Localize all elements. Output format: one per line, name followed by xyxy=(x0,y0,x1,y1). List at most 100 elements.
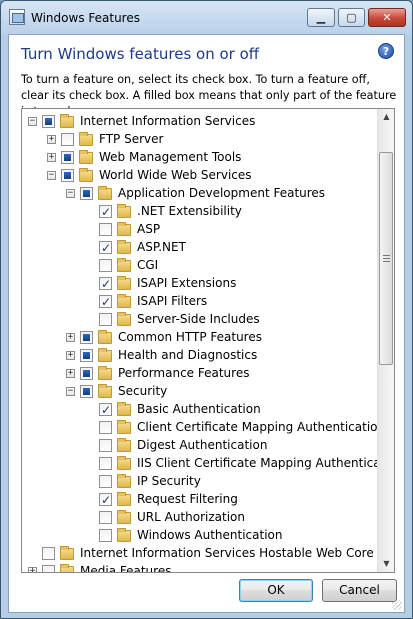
feature-checkbox[interactable] xyxy=(99,223,112,236)
tree-row[interactable]: + Media Features xyxy=(22,562,377,572)
feature-checkbox[interactable] xyxy=(61,151,74,164)
feature-checkbox[interactable] xyxy=(80,349,93,362)
tree-row[interactable]: − World Wide Web Services xyxy=(22,166,377,184)
feature-checkbox[interactable] xyxy=(42,547,55,560)
close-button[interactable]: ✕ xyxy=(368,8,406,27)
tree-row[interactable]: ASP xyxy=(22,220,377,238)
windows-features-dialog: Windows Features ▁ ▢ ✕ Turn Windows feat… xyxy=(0,0,413,619)
tree-row[interactable]: ISAPI Extensions xyxy=(22,274,377,293)
collapse-icon[interactable]: − xyxy=(66,189,75,198)
tree-row[interactable]: − Security xyxy=(22,382,377,400)
feature-label: IP Security xyxy=(137,474,201,488)
feature-checkbox[interactable] xyxy=(99,439,112,452)
folder-icon xyxy=(117,528,131,542)
folder-icon xyxy=(117,312,131,326)
folder-icon xyxy=(60,564,74,572)
title-bar[interactable]: Windows Features ▁ ▢ ✕ xyxy=(1,1,412,35)
feature-checkbox[interactable] xyxy=(99,275,112,293)
scroll-up-arrow[interactable]: ▲ xyxy=(379,109,394,125)
feature-label: World Wide Web Services xyxy=(99,168,252,182)
cancel-button[interactable]: Cancel xyxy=(322,579,397,602)
collapse-icon[interactable]: − xyxy=(47,171,56,180)
feature-checkbox[interactable] xyxy=(99,401,112,419)
feature-label: Basic Authentication xyxy=(137,402,261,416)
tree-row[interactable]: ASP.NET xyxy=(22,238,377,257)
feature-checkbox[interactable] xyxy=(80,367,93,380)
tree-row[interactable]: + Health and Diagnostics xyxy=(22,346,377,364)
tree-row[interactable]: + Common HTTP Features xyxy=(22,328,377,346)
feature-label: Windows Authentication xyxy=(137,528,283,542)
ok-button[interactable]: OK xyxy=(239,579,313,602)
feature-checkbox[interactable] xyxy=(99,491,112,509)
tree-row[interactable]: IIS Client Certificate Mapping Authentic… xyxy=(22,454,394,472)
feature-checkbox[interactable] xyxy=(42,565,55,572)
tree-row[interactable]: Internet Information Services Hostable W… xyxy=(22,544,377,562)
feature-label: Server-Side Includes xyxy=(137,312,260,326)
tree-row[interactable]: − Internet Information Services xyxy=(22,112,377,130)
feature-checkbox[interactable] xyxy=(99,529,112,542)
tree-row[interactable]: + Performance Features xyxy=(22,364,377,382)
tree-row[interactable]: CGI xyxy=(22,256,377,274)
resize-grip-icon[interactable] xyxy=(392,600,402,610)
tree-row[interactable]: Windows Authentication xyxy=(22,526,377,544)
feature-label: Digest Authentication xyxy=(137,438,268,452)
folder-icon xyxy=(117,402,131,416)
feature-checkbox[interactable] xyxy=(99,457,112,470)
vertical-scrollbar[interactable]: ▲ ▼ xyxy=(377,109,394,572)
expand-icon[interactable]: + xyxy=(66,351,75,360)
maximize-button[interactable]: ▢ xyxy=(338,8,365,27)
feature-label: Performance Features xyxy=(118,366,250,380)
feature-checkbox[interactable] xyxy=(99,511,112,524)
collapse-icon[interactable]: − xyxy=(66,387,75,396)
feature-checkbox[interactable] xyxy=(99,475,112,488)
tree-row[interactable]: ISAPI Filters xyxy=(22,292,377,311)
feature-label: Client Certificate Mapping Authenticatio… xyxy=(137,420,386,434)
feature-checkbox[interactable] xyxy=(61,169,74,182)
feature-checkbox[interactable] xyxy=(42,115,55,128)
feature-checkbox[interactable] xyxy=(99,421,112,434)
tree-row[interactable]: URL Authorization xyxy=(22,508,377,526)
feature-checkbox[interactable] xyxy=(80,331,93,344)
feature-checkbox[interactable] xyxy=(61,133,74,146)
help-icon[interactable]: ? xyxy=(378,43,394,59)
scrollbar-thumb[interactable] xyxy=(379,152,393,365)
features-tree[interactable]: − Internet Information Services + FTP Serve… xyxy=(21,108,395,573)
tree-row[interactable]: + Web Management Tools xyxy=(22,148,377,166)
folder-icon xyxy=(117,204,131,218)
feature-label: Common HTTP Features xyxy=(118,330,262,344)
scroll-down-arrow[interactable]: ▼ xyxy=(379,556,394,572)
feature-checkbox[interactable] xyxy=(99,313,112,326)
tree-row[interactable]: Client Certificate Mapping Authenticatio… xyxy=(22,418,385,436)
tree-row[interactable]: Digest Authentication xyxy=(22,436,377,454)
feature-checkbox[interactable] xyxy=(99,203,112,221)
feature-checkbox[interactable] xyxy=(99,293,112,311)
tree-row[interactable]: IP Security xyxy=(22,472,377,490)
tree-row[interactable]: Basic Authentication xyxy=(22,400,377,419)
expand-icon[interactable]: + xyxy=(47,135,56,144)
feature-label: Health and Diagnostics xyxy=(118,348,258,362)
expand-icon[interactable]: + xyxy=(47,153,56,162)
tree-row[interactable]: Server-Side Includes xyxy=(22,310,377,328)
feature-label: Security xyxy=(118,384,168,398)
tree-row[interactable]: Request Filtering xyxy=(22,490,377,509)
tree-row[interactable]: − Application Development Features xyxy=(22,184,377,202)
folder-icon xyxy=(60,114,74,128)
minimize-button[interactable]: ▁ xyxy=(307,8,335,27)
folder-icon xyxy=(60,546,74,560)
feature-checkbox[interactable] xyxy=(99,239,112,257)
tree-row[interactable]: .NET Extensibility xyxy=(22,202,377,221)
feature-label: ISAPI Filters xyxy=(137,294,208,308)
expand-icon[interactable]: + xyxy=(66,369,75,378)
feature-checkbox[interactable] xyxy=(80,187,93,200)
folder-icon xyxy=(117,438,131,452)
feature-checkbox[interactable] xyxy=(99,259,112,272)
feature-checkbox[interactable] xyxy=(80,385,93,398)
tree-row[interactable]: + FTP Server xyxy=(22,130,377,148)
feature-label: Web Management Tools xyxy=(99,150,242,164)
collapse-icon[interactable]: − xyxy=(28,117,37,126)
folder-icon xyxy=(98,186,112,200)
expand-icon[interactable]: + xyxy=(66,333,75,342)
expand-icon[interactable]: + xyxy=(28,567,37,572)
folder-icon xyxy=(98,348,112,362)
feature-label: Request Filtering xyxy=(137,492,238,506)
